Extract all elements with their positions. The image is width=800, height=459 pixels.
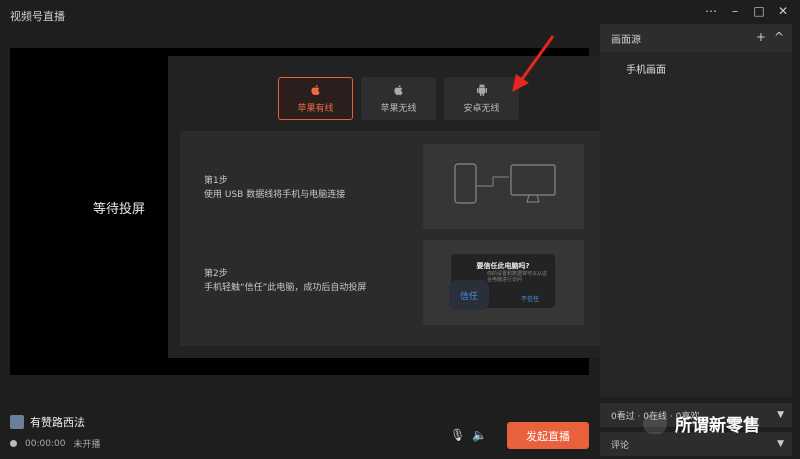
step-1: 第1步 使用 USB 数据线将手机与电脑连接 [204, 174, 345, 202]
live-status: 未开播 [73, 440, 101, 450]
android-icon [476, 83, 487, 96]
add-source-icon[interactable]: + [756, 30, 766, 44]
trust-dialog-desc: 你的设置和数据将可以从这台电脑进行访问 [487, 271, 548, 283]
chevron-down-icon: ▼ [777, 439, 784, 449]
more-icon[interactable]: ⋯ [704, 4, 718, 18]
window-title: 视频号直播 [10, 10, 65, 23]
speaker-icon[interactable]: 🔈 [472, 428, 487, 442]
waiting-text: 等待投屏 [93, 202, 146, 217]
close-icon[interactable]: ✕ [776, 4, 790, 18]
trust-dialog-title: 要信任此电脑吗? [476, 262, 530, 270]
source-panel-title: 画面源 [611, 34, 641, 46]
wechat-icon [643, 413, 667, 434]
step-2-desc: 手机轻触“信任”此电脑，成功后自动投屏 [204, 283, 367, 293]
step-2-title: 第2步 [204, 269, 228, 279]
usb-connection-illustration [423, 144, 584, 229]
tab-apple-wired[interactable]: 苹果有线 [278, 77, 353, 120]
clock-icon [10, 440, 17, 447]
timer-value: 00:00:00 [25, 438, 66, 449]
watermark-text: 所谓新零售 [675, 416, 760, 436]
window-controls: ⋯ – □ ✕ [704, 4, 790, 18]
comments-label: 评论 [611, 440, 630, 451]
screen-cast-dialog: × 苹果有线 苹果无线 安卓无线 第1步 使用 USB 数据线将手机与电脑连接 [168, 56, 629, 358]
steps-panel: 第1步 使用 USB 数据线将手机与电脑连接 第2步 手机轻触“信任”此电脑，成… [180, 131, 617, 346]
dont-trust-button: 不信任 [520, 296, 539, 303]
collapse-icon[interactable]: ^ [774, 30, 784, 44]
maximize-icon[interactable]: □ [752, 4, 766, 18]
source-panel: 画面源 + ^ 手机画面 [600, 24, 792, 397]
step-1-title: 第1步 [204, 176, 228, 186]
trust-illustration: 要信任此电脑吗? 你的设置和数据将可以从这台电脑进行访问 不信任 信任 [423, 240, 584, 325]
connection-tabs: 苹果有线 苹果无线 安卓无线 [278, 77, 519, 120]
source-item-phone[interactable]: 手机画面 [626, 61, 666, 76]
trust-button: 信任 [449, 280, 489, 310]
minimize-icon[interactable]: – [728, 4, 742, 18]
microphone-icon[interactable]: 🎙 [450, 428, 465, 442]
phone-computer-icon [454, 163, 556, 204]
step-1-desc: 使用 USB 数据线将手机与电脑连接 [204, 190, 346, 200]
watermark: 所谓新零售 [643, 411, 760, 436]
apple-icon [310, 84, 320, 95]
source-panel-header: 画面源 + ^ [600, 24, 792, 52]
host-name: 有赞路西法 [30, 416, 85, 429]
tab-label: 苹果无线 [380, 103, 417, 114]
tab-label: 苹果有线 [297, 103, 334, 114]
avatar [10, 415, 24, 429]
apple-icon [393, 84, 403, 95]
tab-label: 安卓无线 [463, 103, 500, 114]
start-live-button[interactable]: 发起直播 [507, 422, 589, 449]
live-timer: 00:00:00 未开播 [10, 437, 100, 450]
chevron-down-icon: ▼ [777, 410, 784, 420]
tab-android-wireless[interactable]: 安卓无线 [444, 77, 519, 120]
tab-apple-wireless[interactable]: 苹果无线 [361, 77, 436, 120]
step-2: 第2步 手机轻触“信任”此电脑，成功后自动投屏 [204, 267, 366, 295]
host-info: 有赞路西法 [10, 414, 85, 430]
